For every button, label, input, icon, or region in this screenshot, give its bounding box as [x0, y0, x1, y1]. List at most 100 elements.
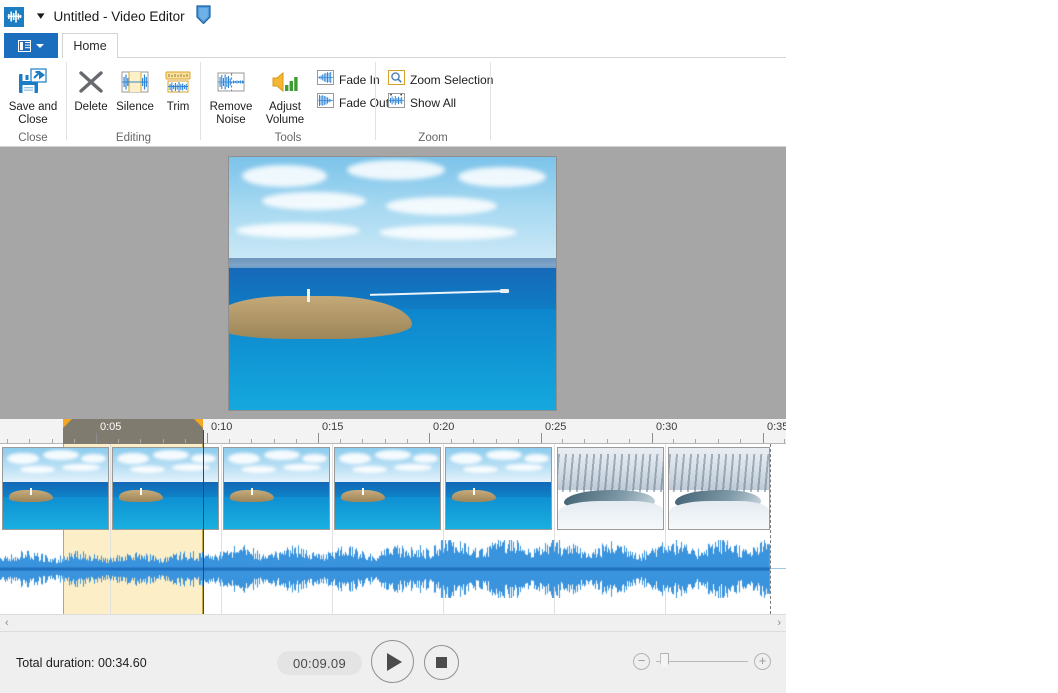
ruler-tick-minor — [296, 439, 297, 443]
zoom-slider-track[interactable] — [656, 652, 748, 669]
thumb-cloud — [485, 450, 522, 461]
preview-cloud — [346, 159, 445, 180]
thumb-snow-trees — [669, 454, 769, 492]
ruler-tick-major — [652, 433, 653, 443]
thumb-cloud — [117, 452, 149, 465]
fade-in-button[interactable]: Fade In — [314, 69, 383, 90]
ruler-tick-minor — [607, 439, 608, 443]
stop-button[interactable] — [424, 645, 459, 680]
filmstrip-thumbnail[interactable] — [445, 447, 552, 530]
timeline-ruler[interactable]: 0:05 0:10 0:15 0:20 0:25 0:30 0:35 — [0, 419, 788, 444]
scroll-right-arrow[interactable]: › — [772, 617, 786, 629]
ruler-tick-minor — [7, 439, 8, 443]
window-title: Untitled - Video Editor — [53, 9, 185, 24]
ruler-tick-minor — [584, 439, 585, 443]
ruler-tick-major — [541, 433, 542, 443]
ruler-tick-minor — [518, 439, 519, 443]
silence-button[interactable]: Silence — [113, 62, 157, 114]
zoom-slider-handle[interactable] — [660, 652, 670, 669]
thumb-lighthouse — [251, 487, 254, 495]
remove-noise-button[interactable]: Remove Noise — [205, 62, 257, 127]
thumb-cloud — [263, 450, 300, 461]
preview-lighthouse — [307, 288, 311, 302]
scroll-left-arrow[interactable]: ‹ — [0, 617, 14, 629]
zoom-selection-button[interactable]: Zoom Selection — [385, 69, 496, 90]
video-preview-frame[interactable] — [228, 156, 557, 411]
filmstrip-thumbnail[interactable] — [223, 447, 330, 530]
thumb-cloud — [7, 452, 39, 465]
save-and-close-button[interactable]: Save and Close — [4, 62, 62, 127]
timeline-horizontal-scrollbar[interactable]: ‹ › — [0, 614, 786, 631]
save-and-close-label: Save and Close — [8, 101, 58, 126]
desktop-background — [786, 0, 1058, 693]
chevron-down-icon — [36, 43, 44, 48]
file-menu-button[interactable] — [4, 33, 58, 58]
ruler-tick-minor — [385, 439, 386, 443]
zoom-slider-control[interactable]: − + — [633, 651, 771, 671]
clip-end-marker — [770, 444, 771, 614]
audio-waveform[interactable] — [0, 540, 786, 598]
preview-cloud — [235, 222, 360, 238]
thumb-cloud — [450, 452, 482, 465]
thumb-snow-bank — [669, 501, 769, 529]
thumb-cloud — [152, 450, 189, 461]
ribbon-group-label-zoom: Zoom — [418, 131, 448, 144]
thumb-cloud — [228, 452, 260, 465]
show-all-label: Show All — [410, 95, 457, 110]
ruler-tick-minor — [140, 439, 141, 443]
zoom-selection-label: Zoom Selection — [410, 72, 494, 87]
playhead-marker-icon[interactable] — [196, 5, 211, 25]
save-disk-icon — [18, 66, 48, 98]
play-button[interactable] — [371, 640, 414, 683]
zoom-in-button[interactable]: + — [754, 652, 771, 670]
thumb-snow-bank — [558, 501, 663, 529]
trim-label: Trim — [166, 101, 190, 113]
ruler-tick-minor — [718, 439, 719, 443]
timeline-tracks[interactable] — [0, 444, 786, 614]
ruler-tick-minor — [74, 439, 75, 443]
total-duration-label: Total duration: 00:34.60 — [16, 656, 147, 670]
preview-cloud — [242, 164, 328, 188]
preview-island — [229, 296, 413, 340]
x-cross-icon — [76, 66, 106, 98]
adjust-volume-label: Adjust Volume — [265, 101, 305, 126]
thumb-lighthouse — [140, 487, 143, 495]
video-preview-area — [0, 147, 786, 419]
ruler-tick-minor — [629, 439, 630, 443]
adjust-volume-button[interactable]: Adjust Volume — [259, 62, 311, 127]
ruler-tick-minor — [118, 439, 119, 443]
ruler-tick-label: 0:25 — [545, 421, 567, 433]
ruler-tick-minor — [340, 439, 341, 443]
trim-button[interactable]: Trim — [159, 62, 197, 114]
ruler-tick-major — [318, 433, 319, 443]
ribbon-group-label-close: Close — [18, 131, 48, 144]
filmstrip-thumbnail[interactable] — [557, 447, 664, 530]
filmstrip-thumbnail[interactable] — [2, 447, 109, 530]
zoom-out-button[interactable]: − — [633, 652, 650, 670]
fade-out-icon — [317, 92, 334, 113]
show-all-icon — [388, 92, 405, 113]
ribbon-group-label-editing: Editing — [115, 131, 152, 144]
tab-home[interactable]: Home — [62, 33, 118, 58]
stop-icon — [436, 657, 447, 668]
ruler-selection-range — [63, 419, 203, 444]
quick-access-dropdown-icon[interactable]: ▾ — [37, 11, 45, 22]
ribbon-group-zoom: Zoom Selection Show All Zoom — [376, 58, 493, 147]
delete-button[interactable]: Delete — [71, 62, 111, 114]
filmstrip-thumbnail[interactable] — [668, 447, 770, 530]
fade-in-label: Fade In — [339, 72, 380, 87]
thumb-lighthouse — [473, 487, 476, 495]
ribbon-group-label-tools: Tools — [274, 131, 302, 144]
selection-end-handle[interactable] — [194, 419, 203, 428]
ribbon-group-editing: Delete Silence Trim Editing — [67, 58, 200, 147]
ruler-tick-minor — [407, 439, 408, 443]
trim-ruler-icon — [163, 66, 193, 98]
selection-start-handle[interactable] — [63, 419, 72, 428]
ruler-tick-label: 0:30 — [656, 421, 678, 433]
ruler-tick-major — [207, 433, 208, 443]
app-waveform-icon — [4, 6, 24, 27]
fade-in-icon — [317, 69, 334, 90]
show-all-button[interactable]: Show All — [385, 92, 459, 113]
ruler-tick-minor — [451, 439, 452, 443]
filmstrip-thumbnail[interactable] — [334, 447, 441, 530]
